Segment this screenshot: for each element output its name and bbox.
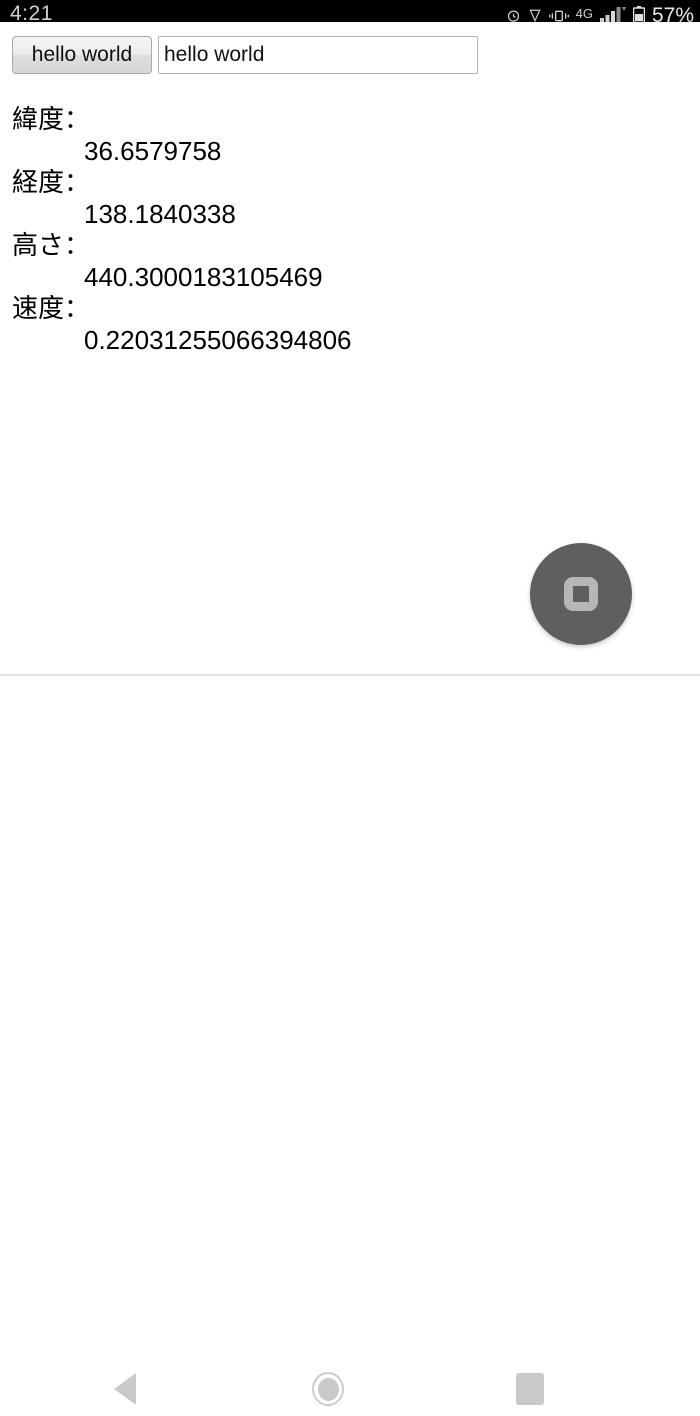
network-type-label: 4G <box>575 6 593 21</box>
altitude-value: 440.3000183105469 <box>84 261 323 292</box>
battery-icon <box>632 6 646 22</box>
longitude-entry: 経度： 138.1840338 <box>12 167 672 230</box>
altitude-entry: 高さ： 440.3000183105469 <box>12 230 672 293</box>
back-triangle-icon <box>114 1373 136 1405</box>
longitude-label: 経度： <box>12 167 91 197</box>
battery-percent-label: 57% <box>651 4 694 22</box>
latitude-label: 緯度： <box>12 104 91 134</box>
stop-recording-button[interactable] <box>530 543 632 645</box>
status-icon-tray: 4G 57% <box>506 2 694 22</box>
speed-entry: 速度： 0.22031255066394806 <box>12 293 672 356</box>
nav-recents-button[interactable] <box>470 1362 590 1416</box>
latitude-entry: 緯度： 36.6579758 <box>12 104 672 167</box>
longitude-value: 138.1840338 <box>84 198 236 229</box>
geolocation-readout: 緯度： 36.6579758 経度： 138.1840338 高さ： 440.3… <box>12 104 672 356</box>
recents-square-icon <box>516 1373 544 1405</box>
status-clock: 4:21 <box>10 2 53 22</box>
status-bar: 4:21 4G 57% <box>0 0 700 22</box>
alarm-icon <box>506 8 521 22</box>
vpn-key-icon <box>528 8 542 22</box>
latitude-value: 36.6579758 <box>84 135 222 166</box>
signal-bars-icon <box>599 7 626 22</box>
vibrate-icon <box>548 9 569 22</box>
webview-content: hello world 緯度： 36.6579758 経度： 138.18403… <box>0 22 700 674</box>
speed-value: 0.22031255066394806 <box>84 324 352 355</box>
stop-square-icon <box>564 577 598 611</box>
hello-world-input[interactable] <box>158 36 478 74</box>
hello-world-button[interactable]: hello world <box>12 36 152 74</box>
form-row: hello world <box>12 36 478 74</box>
android-navigation-bar <box>0 676 700 1406</box>
home-circle-icon <box>312 1372 344 1406</box>
speed-label: 速度： <box>12 293 91 323</box>
nav-back-button[interactable] <box>65 1362 185 1416</box>
altitude-label: 高さ： <box>12 230 91 260</box>
nav-home-button[interactable] <box>268 1362 388 1416</box>
